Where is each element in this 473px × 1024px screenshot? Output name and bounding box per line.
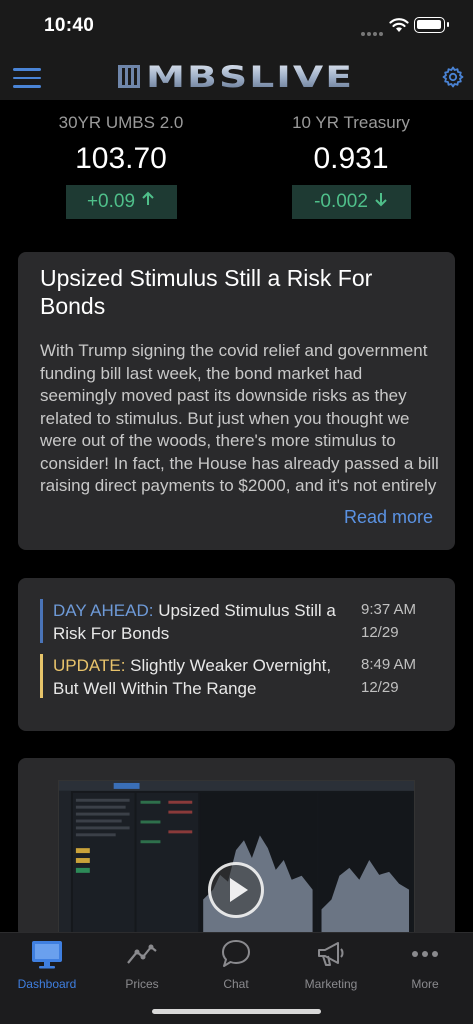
quote-label: 30YR UMBS 2.0 xyxy=(58,113,184,132)
update-timestamp: 8:49 AM 12/29 xyxy=(361,654,441,699)
update-date: 12/29 xyxy=(361,678,399,696)
tab-label: Dashboard xyxy=(17,977,77,991)
video-card[interactable] xyxy=(18,758,455,938)
quote-value: 103.70 xyxy=(75,142,167,175)
quote-change-value: -0.002 xyxy=(314,191,368,212)
battery-icon xyxy=(414,17,449,33)
quote-treasury[interactable]: 10 YR Treasury 0.931 -0.002 xyxy=(251,112,451,219)
wifi-icon xyxy=(389,18,409,32)
status-time: 10:40 xyxy=(44,15,95,36)
article-card[interactable]: Upsized Stimulus Still a Risk For Bonds … xyxy=(18,252,455,550)
tab-marketing[interactable]: Marketing xyxy=(286,937,376,995)
signal-icon xyxy=(361,23,385,36)
update-item[interactable]: UPDATE: Slightly Weaker Overnight, But W… xyxy=(40,654,440,700)
quote-change-badge: -0.002 xyxy=(291,185,411,219)
quote-value: 0.931 xyxy=(313,142,389,175)
arrow-up-icon xyxy=(142,191,154,205)
chart-line-icon xyxy=(127,944,157,964)
gear-icon[interactable] xyxy=(441,65,465,89)
update-tag: UPDATE: xyxy=(53,656,126,675)
update-time: 8:49 AM xyxy=(361,656,417,673)
market-quotes: 30YR UMBS 2.0 103.70 +0.09 10 YR Treasur… xyxy=(0,100,473,235)
app-header: MBSLIVE xyxy=(0,54,473,100)
update-accent-bar xyxy=(40,654,43,698)
article-body: With Trump signing the covid relief and … xyxy=(40,341,439,495)
tab-label: More xyxy=(411,977,439,991)
tab-label: Chat xyxy=(223,977,249,991)
update-text: UPDATE: Slightly Weaker Overnight, But W… xyxy=(53,654,353,700)
tab-label: Marketing xyxy=(304,977,358,991)
tab-dashboard[interactable]: Dashboard xyxy=(2,937,92,995)
status-bar: 10:40 xyxy=(0,0,473,54)
tab-chat[interactable]: Chat xyxy=(191,937,281,995)
arrow-down-icon xyxy=(375,193,387,207)
read-more-link[interactable]: Read more xyxy=(344,507,433,528)
quote-change-badge: +0.09 xyxy=(65,185,177,219)
mbslive-logo: MBSLIVE xyxy=(118,60,354,92)
tab-more[interactable]: More xyxy=(380,937,470,995)
tab-label: Prices xyxy=(125,977,159,991)
quote-change-value: +0.09 xyxy=(86,191,136,212)
tab-prices[interactable]: Prices xyxy=(97,937,187,995)
brand-text: MBSLIVE xyxy=(146,60,354,92)
megaphone-icon xyxy=(318,942,344,966)
play-button[interactable] xyxy=(208,862,264,918)
home-indicator xyxy=(152,1009,321,1014)
monitor-icon xyxy=(32,941,62,969)
quote-label: 10 YR Treasury xyxy=(292,113,410,132)
update-tag: DAY AHEAD: xyxy=(53,601,154,620)
more-dots-icon xyxy=(412,951,438,957)
update-item[interactable]: DAY AHEAD: Upsized Stimulus Still a Risk… xyxy=(40,599,440,645)
article-title: Upsized Stimulus Still a Risk For Bonds xyxy=(40,265,373,319)
update-date: 12/29 xyxy=(361,623,399,641)
updates-card: DAY AHEAD: Upsized Stimulus Still a Risk… xyxy=(18,578,455,731)
chat-bubble-icon xyxy=(222,940,250,967)
quote-umbs[interactable]: 30YR UMBS 2.0 103.70 +0.09 xyxy=(21,112,221,219)
hamburger-menu-icon[interactable] xyxy=(13,68,41,88)
update-time: 9:37 AM xyxy=(361,601,417,618)
update-text: DAY AHEAD: Upsized Stimulus Still a Risk… xyxy=(53,599,353,645)
update-accent-bar xyxy=(40,599,43,643)
update-timestamp: 9:37 AM 12/29 xyxy=(361,599,441,644)
